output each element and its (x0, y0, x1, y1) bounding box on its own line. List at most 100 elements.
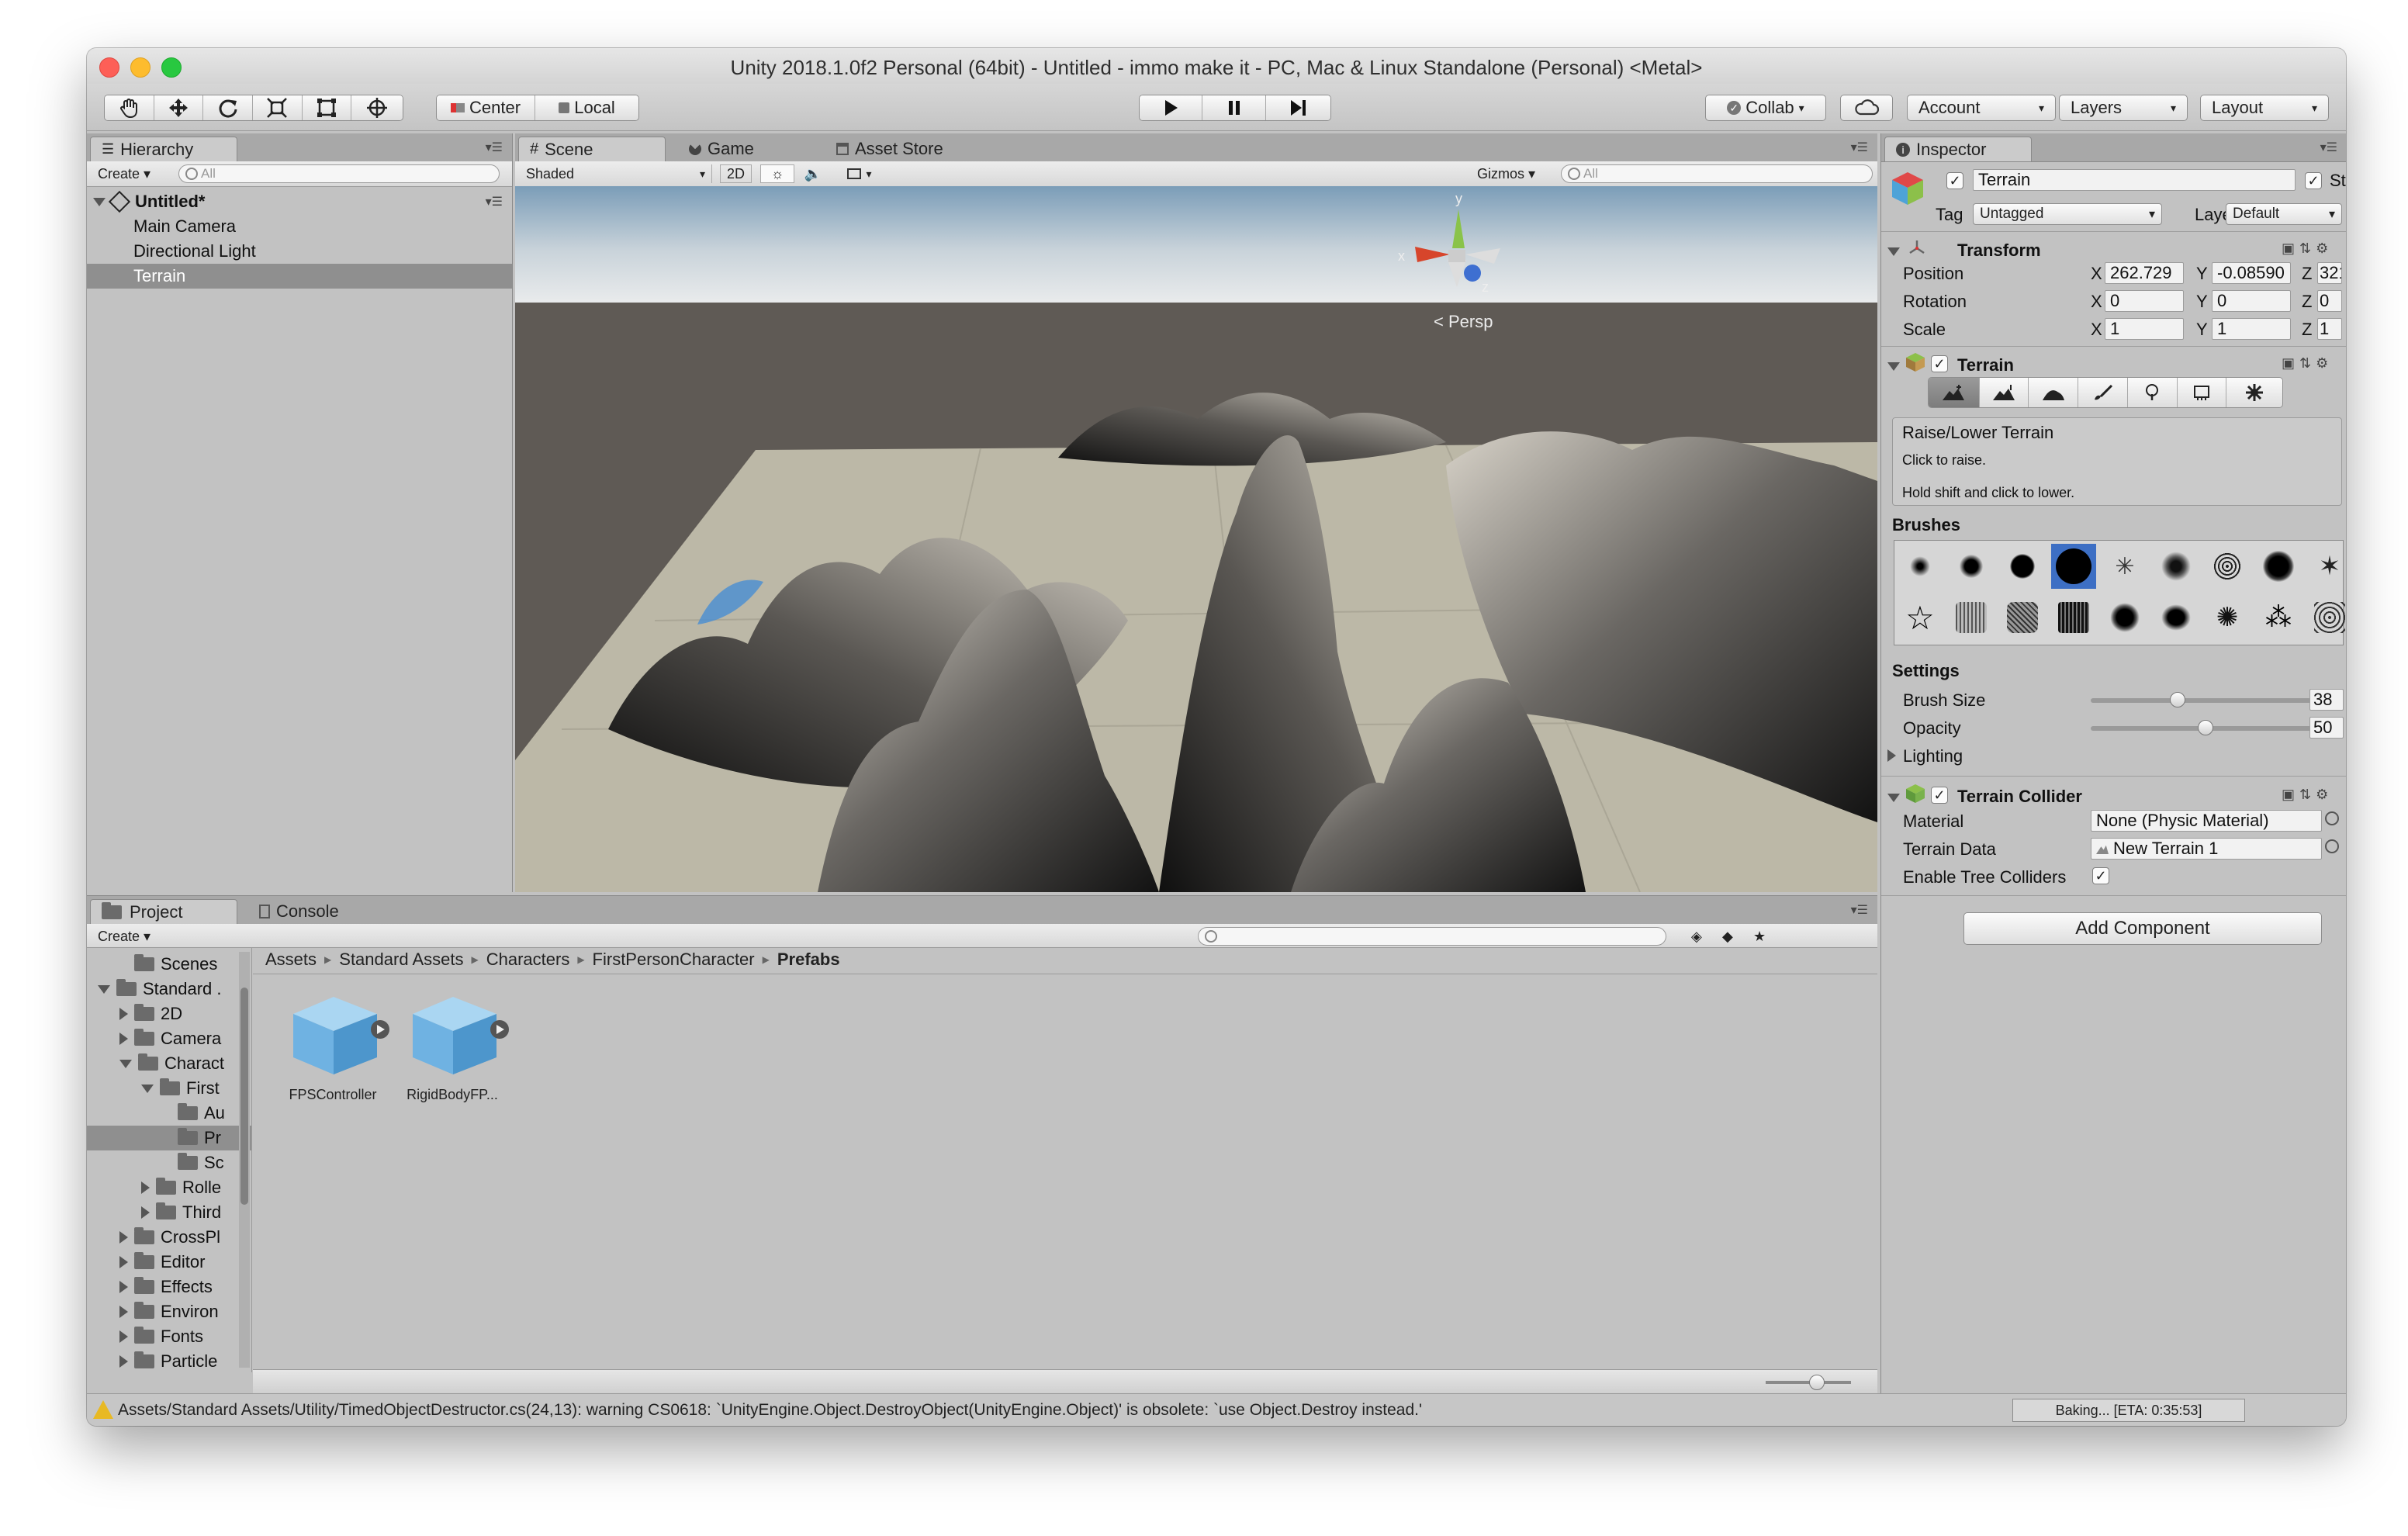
transform-icon[interactable] (351, 95, 403, 120)
hand-icon[interactable] (105, 95, 154, 120)
panel-menu-icon[interactable]: ▾☰ (1851, 902, 1868, 918)
breadcrumb-current[interactable]: Prefabs (777, 950, 840, 970)
expand-triangle-icon[interactable] (119, 1306, 128, 1318)
breadcrumb-item[interactable]: Assets (265, 950, 317, 970)
brush-texture-6[interactable]: ✺ (2205, 595, 2250, 640)
brush-hard-large-selected[interactable] (2051, 544, 2096, 589)
expand-triangle-icon[interactable] (119, 1256, 128, 1268)
lighting-toggle[interactable]: ☼ (760, 164, 794, 183)
tree-row-selected[interactable]: Pr (87, 1126, 251, 1150)
pause-button[interactable] (1202, 95, 1266, 120)
static-checkbox[interactable]: ✓ (2305, 172, 2322, 189)
expand-triangle-icon[interactable] (119, 1231, 128, 1244)
tree-scrollbar-thumb[interactable] (240, 988, 248, 1205)
brush-size-slider-thumb[interactable] (2170, 692, 2186, 707)
brush-splatter[interactable] (2154, 544, 2199, 589)
terrain-foldout-icon[interactable] (1887, 355, 1906, 375)
brush-star[interactable]: ☆ (1898, 595, 1943, 640)
expand-triangle-icon[interactable] (141, 1181, 150, 1194)
project-search-input[interactable] (1198, 927, 1666, 946)
asset-item-fpscontroller[interactable]: FPSController (289, 992, 391, 1116)
transform-foldout-icon[interactable] (1887, 240, 1906, 261)
brush-hard[interactable] (2000, 544, 2045, 589)
tree-row[interactable]: 2D (87, 1002, 251, 1026)
tab-hierarchy[interactable]: ☰ Hierarchy (90, 137, 237, 161)
scene-search-input[interactable]: All (1561, 164, 1873, 183)
scale-icon[interactable] (253, 95, 303, 120)
step-button[interactable] (1265, 95, 1330, 120)
brush-texture-8[interactable] (2307, 595, 2346, 640)
terrain-settings-tool-icon[interactable] (2226, 378, 2282, 407)
tree-row[interactable]: Au (87, 1101, 251, 1126)
collider-foldout-icon[interactable] (1887, 787, 1906, 807)
rect-icon[interactable] (302, 95, 352, 120)
rotation-y-field[interactable]: 0 (2212, 290, 2291, 312)
material-object-field[interactable]: None (Physic Material) (2091, 810, 2322, 832)
hierarchy-item-selected[interactable]: Terrain (87, 264, 512, 289)
filter-by-label-icon[interactable]: ◆ (1716, 927, 1739, 946)
brush-blot[interactable] (2256, 544, 2301, 589)
expand-triangle-icon[interactable] (98, 984, 110, 994)
brush-texture-4[interactable] (2102, 595, 2147, 640)
tree-row[interactable]: Particle (87, 1349, 251, 1372)
position-x-field[interactable]: 262.729 (2105, 262, 2184, 284)
zoom-slider[interactable] (1766, 1375, 1851, 1390)
effects-dropdown[interactable]: ▾ (835, 164, 884, 183)
layer-dropdown[interactable]: Default (2226, 203, 2342, 225)
expand-triangle-icon[interactable] (119, 1330, 128, 1343)
tree-row[interactable]: Rolle (87, 1175, 251, 1200)
brush-texture-1[interactable] (1949, 595, 1994, 640)
breadcrumb-item[interactable]: Standard Assets (339, 950, 463, 970)
audio-toggle[interactable]: 🔈 (796, 164, 830, 183)
zoom-slider-thumb[interactable] (1809, 1375, 1825, 1390)
brush-size-slider[interactable] (2091, 692, 2320, 707)
tree-row[interactable]: Camera (87, 1026, 251, 1051)
tab-inspector[interactable]: i Inspector (1884, 137, 2032, 161)
account-dropdown[interactable]: Account ▾ (1907, 95, 2056, 121)
tree-row[interactable]: Sc (87, 1150, 251, 1175)
tab-scene[interactable]: # Scene (518, 137, 666, 161)
breadcrumb-item[interactable]: FirstPersonCharacter (593, 950, 755, 970)
shading-mode-dropdown[interactable]: Shaded ▾ (520, 164, 712, 183)
position-z-field[interactable]: 321.487 (2317, 262, 2342, 284)
tag-dropdown[interactable]: Untagged (1973, 203, 2162, 225)
brush-size-field[interactable]: 38 (2309, 689, 2344, 711)
active-checkbox[interactable]: ✓ (1946, 172, 1963, 189)
brush-texture-7[interactable]: ⁂ (2256, 595, 2301, 640)
brush-star-burst[interactable]: ✶ (2307, 544, 2346, 589)
opacity-slider[interactable] (2091, 720, 2320, 735)
tree-row[interactable]: Effects (87, 1275, 251, 1299)
layers-dropdown[interactable]: Layers ▾ (2059, 95, 2188, 121)
tree-colliders-checkbox[interactable]: ✓ (2092, 867, 2109, 884)
lighting-foldout-icon[interactable] (1887, 746, 1902, 766)
paint-height-tool-icon[interactable] (1979, 378, 2029, 407)
object-name-field[interactable]: Terrain (1973, 169, 2296, 191)
object-picker-icon[interactable] (2325, 811, 2339, 825)
scale-z-field[interactable]: 1 (2317, 318, 2342, 340)
tab-console[interactable]: Console (248, 899, 388, 924)
expand-triangle-icon[interactable] (141, 1206, 150, 1219)
tab-project[interactable]: Project (90, 899, 237, 924)
gizmos-dropdown[interactable]: Gizmos ▾ (1471, 164, 1541, 183)
tree-row[interactable]: Standard . (87, 977, 251, 1002)
expand-triangle-icon[interactable] (119, 1008, 128, 1020)
scene-menu-icon[interactable]: ▾☰ (486, 194, 503, 209)
tree-row[interactable]: Scenes (87, 952, 251, 977)
move-icon[interactable] (154, 95, 204, 120)
collider-enabled-checkbox[interactable]: ✓ (1931, 787, 1948, 804)
brush-spark[interactable]: ✳ (2102, 544, 2147, 589)
scene-root-row[interactable]: Untitled* ▾☰ (87, 189, 512, 214)
pivot-local-button[interactable]: Local (535, 95, 638, 120)
expand-triangle-icon[interactable] (119, 1033, 128, 1045)
hierarchy-search-input[interactable]: All (178, 164, 500, 183)
tree-row[interactable]: Third (87, 1200, 251, 1225)
rotation-z-field[interactable]: 0 (2317, 290, 2342, 312)
create-dropdown[interactable]: Create ▾ (92, 927, 157, 946)
tree-row[interactable]: Fonts (87, 1324, 251, 1349)
favorites-star-icon[interactable]: ★ (1747, 927, 1772, 946)
opacity-slider-thumb[interactable] (2198, 720, 2213, 735)
brush-noise[interactable] (2205, 544, 2250, 589)
hierarchy-item[interactable]: Main Camera (87, 214, 512, 239)
tree-row[interactable]: CrossPl (87, 1225, 251, 1250)
tab-game[interactable]: Game (678, 137, 802, 161)
